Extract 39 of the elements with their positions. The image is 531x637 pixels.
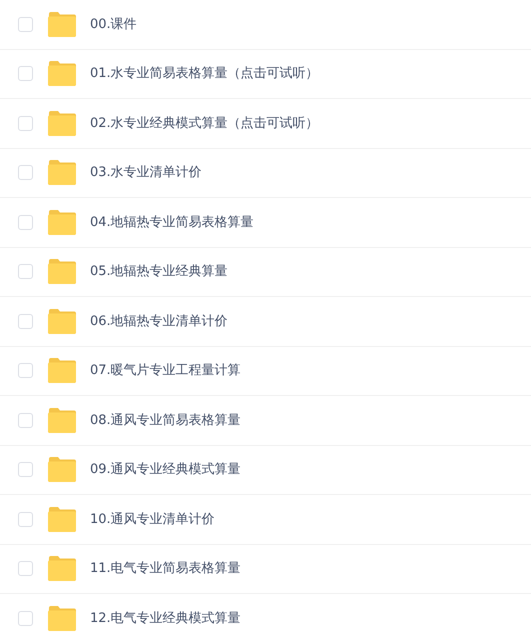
folder-name[interactable]: 05.地辐热专业经典算量: [90, 262, 228, 282]
folder-name[interactable]: 11.电气专业简易表格算量: [90, 559, 241, 578]
checkbox[interactable]: [18, 363, 33, 378]
checkbox[interactable]: [18, 610, 33, 626]
folder-icon: [48, 259, 76, 284]
folder-name[interactable]: 07.暖气片专业工程量计算: [90, 361, 241, 380]
checkbox[interactable]: [18, 116, 33, 131]
folder-name[interactable]: 06.地辐热专业清单计价: [90, 312, 228, 331]
folder-icon: [48, 160, 76, 186]
folder-icon: [48, 210, 76, 235]
folder-name[interactable]: 12.电气专业经典模式算量: [90, 608, 241, 628]
folder-name[interactable]: 01.水专业简易表格算量（点击可试听）: [90, 64, 319, 84]
checkbox[interactable]: [18, 561, 33, 576]
folder-icon: [48, 61, 76, 86]
folder-icon: [48, 457, 76, 482]
checkbox[interactable]: [18, 512, 33, 527]
folder-icon: [48, 606, 76, 631]
folder-name[interactable]: 10.通风专业清单计价: [90, 510, 215, 529]
checkbox[interactable]: [18, 16, 33, 32]
folder-icon: [48, 506, 76, 532]
folder-name[interactable]: 04.地辐热专业简易表格算量: [90, 212, 254, 232]
checkbox[interactable]: [18, 264, 33, 280]
checkbox[interactable]: [18, 314, 33, 329]
checkbox[interactable]: [18, 214, 33, 230]
folder-icon: [48, 110, 76, 136]
folder-icon: [48, 12, 76, 37]
checkbox[interactable]: [18, 66, 33, 82]
folder-icon: [48, 358, 76, 384]
folder-icon: [48, 556, 76, 582]
folder-name[interactable]: 03.水专业清单计价: [90, 163, 202, 182]
folder-icon: [48, 408, 76, 433]
folder-icon: [48, 308, 76, 334]
checkbox[interactable]: [18, 462, 33, 478]
folder-name[interactable]: 09.通风专业经典模式算量: [90, 460, 241, 480]
folder-name[interactable]: 00.课件: [90, 14, 137, 34]
checkbox[interactable]: [18, 165, 33, 180]
folder-name[interactable]: 08.通风专业简易表格算量: [90, 410, 241, 430]
folder-name[interactable]: 02.水专业经典模式算量（点击可试听）: [90, 114, 319, 133]
checkbox[interactable]: [18, 412, 33, 428]
